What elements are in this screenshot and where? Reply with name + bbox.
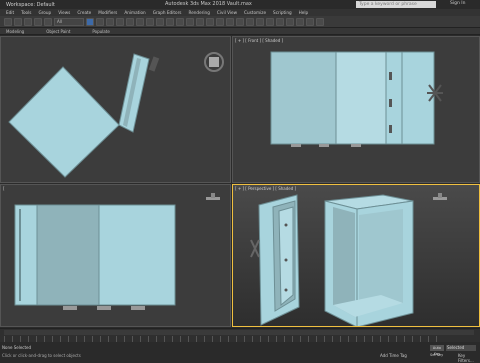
viewport-left[interactable]: [ [0, 184, 231, 327]
menu-item[interactable]: Animation [124, 10, 145, 15]
ribbon-tabs: Modeling Object Paint Populate [0, 28, 480, 35]
menu-item[interactable]: Views [58, 10, 70, 15]
mirror-icon[interactable] [236, 17, 244, 26]
move-icon[interactable] [126, 17, 134, 26]
undo-icon[interactable] [4, 17, 12, 26]
render-setup-icon[interactable] [296, 17, 304, 26]
align-icon[interactable] [246, 17, 254, 26]
curve-editor-icon[interactable] [266, 17, 274, 26]
top-view-safe [8, 53, 160, 178]
ribbon-tab-populate[interactable]: Populate [92, 29, 109, 34]
set-key-button[interactable]: Set Key [430, 353, 443, 357]
place-icon[interactable] [156, 17, 164, 26]
pivot-center-icon[interactable] [176, 17, 184, 26]
material-editor-icon[interactable] [286, 17, 294, 26]
prompt-line: Click or click-and-drag to select object… [2, 353, 81, 358]
timeline[interactable] [0, 328, 480, 342]
menu-bar: Edit Tools Group Views Create Modifiers … [0, 9, 480, 16]
menu-item[interactable]: Rendering [188, 10, 209, 15]
scale-icon[interactable] [146, 17, 154, 26]
menu-item[interactable]: Civil View [217, 10, 237, 15]
menu-item[interactable]: Graph Editors [153, 10, 182, 15]
front-view-safe [270, 51, 443, 147]
link-icon[interactable] [24, 17, 32, 26]
viewport-front[interactable]: [ + ] [ Front ] [ Shaded ] [232, 36, 480, 183]
auto-key-button[interactable]: Auto Key [430, 345, 444, 356]
main-toolbar: All [0, 16, 480, 28]
viewport-top[interactable] [0, 36, 231, 183]
menu-item[interactable]: Group [38, 10, 51, 15]
menu-item[interactable]: Customize [244, 10, 266, 15]
unlink-icon[interactable] [34, 17, 42, 26]
menu-item[interactable]: Create [77, 10, 91, 15]
menu-item[interactable]: Help [299, 10, 309, 15]
bind-space-warp-icon[interactable] [44, 17, 52, 26]
named-selection-icon[interactable] [226, 17, 234, 26]
key-mode-dropdown[interactable]: Selected [446, 345, 476, 351]
left-view-safe [14, 193, 220, 310]
menu-item[interactable]: Tools [21, 10, 31, 15]
viewcube-icon[interactable] [202, 50, 226, 74]
menu-item[interactable]: Edit [6, 10, 14, 15]
status-bar: None Selected Click or click-and-drag to… [0, 342, 480, 363]
spinner-snap-icon[interactable] [216, 17, 224, 26]
title-bar: Workspace: Default Autodesk 3ds Max 2018… [0, 0, 480, 9]
menu-item[interactable]: Scripting [273, 10, 292, 15]
render-frame-icon[interactable] [306, 17, 314, 26]
window-title: Autodesk 3ds Max 2018 Vault.max [165, 1, 252, 7]
select-by-name-icon[interactable] [96, 17, 104, 26]
add-time-tag-button[interactable]: Add Time Tag [380, 353, 407, 358]
layer-explorer-icon[interactable] [256, 17, 264, 26]
angle-snap-icon[interactable] [196, 17, 204, 26]
redo-icon[interactable] [14, 17, 22, 26]
viewport-label[interactable]: [ + ] [ Front ] [ Shaded ] [235, 38, 283, 43]
rotate-icon[interactable] [136, 17, 144, 26]
perspective-view-safe [250, 193, 447, 326]
ribbon-tab-modeling[interactable]: Modeling [6, 29, 24, 34]
search-input[interactable]: Type a keyword or phrase [356, 1, 436, 8]
reference-coord-icon[interactable] [166, 17, 174, 26]
menu-item[interactable]: Modifiers [98, 10, 117, 15]
selection-status: None Selected [2, 345, 32, 350]
viewport-label[interactable]: [ + ] [ Perspective ] [ Shaded ] [235, 186, 296, 191]
percent-snap-icon[interactable] [206, 17, 214, 26]
select-object-icon[interactable] [86, 17, 94, 26]
render-icon[interactable] [316, 17, 324, 26]
rectangular-selection-icon[interactable] [106, 17, 114, 26]
snap-toggle-icon[interactable] [186, 17, 194, 26]
selection-filter-dropdown[interactable]: All [54, 17, 84, 26]
schematic-view-icon[interactable] [276, 17, 284, 26]
viewport-perspective[interactable]: [ + ] [ Perspective ] [ Shaded ] [232, 184, 480, 327]
ribbon-tab-object-paint[interactable]: Object Paint [46, 29, 70, 34]
time-slider[interactable] [4, 330, 474, 335]
workspace-selector[interactable]: Workspace: Default [6, 2, 55, 8]
window-crossing-icon[interactable] [116, 17, 124, 26]
sign-in-link[interactable]: Sign In [450, 1, 465, 6]
key-filters-button[interactable]: Key Filters... [458, 353, 480, 363]
viewport-label[interactable]: [ [3, 186, 5, 191]
